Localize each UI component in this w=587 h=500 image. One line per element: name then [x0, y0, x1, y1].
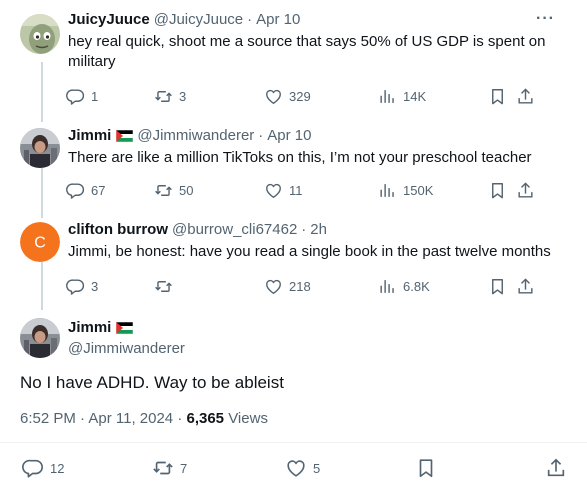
- bookmark-button[interactable]: [488, 87, 516, 106]
- reply-count: 12: [50, 460, 65, 476]
- views-count: 14K: [403, 88, 427, 104]
- like-button[interactable]: 329: [264, 87, 378, 106]
- repost-button[interactable]: 50: [154, 181, 264, 200]
- repost-button[interactable]: [154, 277, 264, 296]
- letter-avatar-image: C: [20, 222, 60, 262]
- tweet-timestamp-views: 6:52 PM · Apr 11, 2024 · 6,365 Views: [20, 410, 268, 427]
- heart-icon: [285, 457, 307, 479]
- timestamp[interactable]: Apr 10: [267, 126, 311, 146]
- main-tweet-text: No I have ADHD. Way to be ableist: [20, 373, 284, 392]
- avatar[interactable]: [20, 318, 60, 358]
- repost-count: 50: [179, 182, 194, 198]
- separator-dot: ·: [258, 127, 264, 144]
- bookmark-icon: [488, 181, 507, 200]
- thread-line: [41, 168, 43, 218]
- share-icon: [545, 457, 567, 479]
- reply-icon: [66, 277, 85, 296]
- repost-button[interactable]: 7: [152, 457, 285, 479]
- repost-icon: [154, 181, 173, 200]
- author-handle[interactable]: @JuicyJuuce: [154, 10, 243, 30]
- views-count: 150K: [403, 182, 434, 198]
- thread-line: [41, 62, 43, 122]
- bookmark-icon: [415, 457, 437, 479]
- separator-dot: ·: [301, 221, 307, 238]
- share-icon: [516, 277, 535, 296]
- separator-dot: ·: [247, 11, 253, 28]
- cartoon-avatar-image: [20, 14, 60, 54]
- reply-icon: [22, 457, 44, 479]
- reply-button[interactable]: 67: [66, 181, 154, 200]
- tweet-text: There are like a million TikToks on this…: [68, 149, 532, 166]
- like-button[interactable]: 5: [285, 457, 415, 479]
- repost-button[interactable]: 3: [154, 87, 264, 106]
- reply-button[interactable]: 12: [22, 457, 152, 479]
- photo-avatar-image: [20, 318, 60, 358]
- like-count: 218: [289, 278, 311, 294]
- bookmark-button[interactable]: [488, 181, 516, 200]
- avatar[interactable]: [20, 128, 60, 168]
- reply-button[interactable]: 3: [66, 277, 154, 296]
- like-button[interactable]: 11: [264, 181, 378, 200]
- heart-icon: [264, 181, 283, 200]
- share-button[interactable]: [516, 181, 535, 200]
- share-icon: [516, 87, 535, 106]
- bookmark-icon: [488, 277, 507, 296]
- reply-icon: [66, 87, 85, 106]
- avatar-letter: C: [34, 235, 46, 252]
- views-button[interactable]: 150K: [378, 181, 488, 200]
- heart-icon: [264, 87, 283, 106]
- views-count: 6,365: [186, 410, 225, 427]
- views-button[interactable]: 6.8K: [378, 277, 488, 296]
- tweet-text: Jimmi, be honest: have you read a single…: [68, 243, 551, 260]
- photo-avatar-image: [20, 128, 60, 168]
- like-button[interactable]: 218: [264, 277, 378, 296]
- views-count: 6.8K: [403, 278, 430, 294]
- views-button[interactable]: 14K: [378, 87, 488, 106]
- heart-icon: [264, 277, 283, 296]
- timestamp[interactable]: Apr 10: [256, 10, 300, 30]
- thread-line: [41, 260, 43, 310]
- share-button[interactable]: [516, 277, 535, 296]
- tweet-text: hey real quick, shoot me a source that s…: [68, 33, 546, 70]
- share-icon: [516, 181, 535, 200]
- views-icon: [378, 181, 397, 200]
- reply-count: 3: [91, 278, 99, 294]
- avatar[interactable]: C: [20, 222, 60, 262]
- author-handle[interactable]: @Jimmiwanderer: [68, 339, 185, 359]
- author-handle[interactable]: @burrow_cli67462: [172, 220, 297, 240]
- reply-icon: [66, 181, 85, 200]
- timestamp[interactable]: 2h: [310, 220, 327, 240]
- views-icon: [378, 87, 397, 106]
- like-count: 329: [289, 88, 311, 104]
- repost-count: 7: [180, 460, 188, 476]
- reply-count: 67: [91, 182, 106, 198]
- like-count: 11: [289, 182, 303, 198]
- main-tweet: Jimmi @Jimmiwanderer No I have ADHD. Way…: [0, 314, 587, 500]
- share-button[interactable]: [545, 457, 567, 479]
- palestine-flag-icon: [116, 130, 134, 142]
- author-handle[interactable]: @Jimmiwanderer: [137, 126, 254, 146]
- more-options-icon[interactable]: ···: [536, 10, 555, 28]
- bookmark-button[interactable]: [488, 277, 516, 296]
- repost-icon: [154, 277, 173, 296]
- bookmark-icon: [488, 87, 507, 106]
- divider: [0, 442, 587, 443]
- timestamp[interactable]: 6:52 PM · Apr 11, 2024 ·: [20, 410, 186, 427]
- views-icon: [378, 277, 397, 296]
- author-name[interactable]: JuicyJuuce: [68, 10, 150, 30]
- bookmark-button[interactable]: [415, 457, 545, 479]
- palestine-flag-icon: [116, 322, 134, 334]
- reply-button[interactable]: 1: [66, 87, 154, 106]
- avatar[interactable]: [20, 14, 60, 54]
- like-count: 5: [313, 460, 321, 476]
- reply-count: 1: [91, 88, 99, 104]
- views-label: Views: [224, 410, 268, 427]
- author-name[interactable]: Jimmi: [68, 318, 111, 338]
- share-button[interactable]: [516, 87, 535, 106]
- repost-count: 3: [179, 88, 187, 104]
- author-name[interactable]: Jimmi: [68, 126, 111, 146]
- author-name[interactable]: clifton burrow: [68, 220, 168, 240]
- repost-icon: [154, 87, 173, 106]
- repost-icon: [152, 457, 174, 479]
